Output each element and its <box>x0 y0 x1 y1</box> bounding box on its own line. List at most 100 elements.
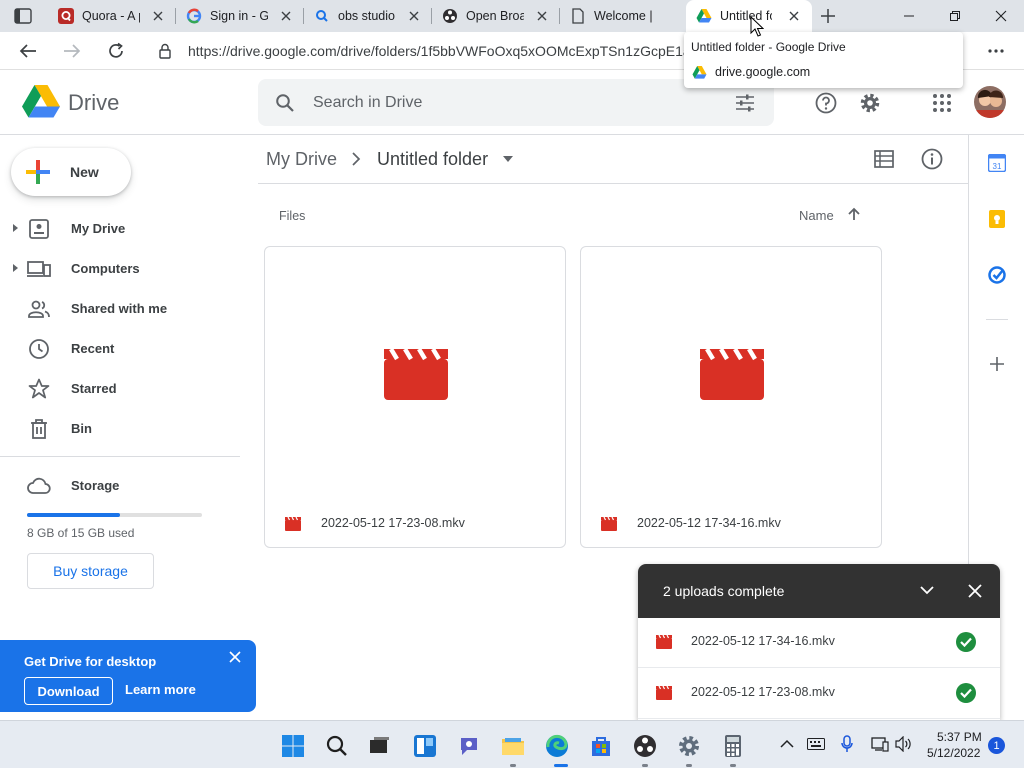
lock-icon[interactable] <box>158 43 172 59</box>
new-tab-icon[interactable] <box>820 8 836 24</box>
browser-menu-icon[interactable] <box>988 44 1004 58</box>
search-icon <box>316 10 328 22</box>
video-file-icon <box>656 686 672 700</box>
chat-icon[interactable] <box>456 733 482 759</box>
close-icon[interactable] <box>228 650 242 664</box>
search-icon[interactable] <box>324 733 350 759</box>
google-icon <box>186 8 202 24</box>
tasks-icon[interactable] <box>988 266 1006 284</box>
restore-window-icon[interactable] <box>932 0 978 32</box>
chevron-up-icon[interactable] <box>780 739 794 749</box>
download-button[interactable]: Download <box>24 677 113 705</box>
close-tab-icon[interactable] <box>536 10 548 22</box>
calculator-icon[interactable] <box>720 733 746 759</box>
store-icon[interactable] <box>588 733 614 759</box>
edge-browser-icon[interactable] <box>544 733 570 759</box>
tab-obs-search[interactable]: obs studio <box>304 0 432 32</box>
settings-gear-icon[interactable] <box>859 92 881 114</box>
sidebar-item-computers[interactable]: Computers <box>0 248 240 288</box>
expand-caret-icon[interactable] <box>10 263 20 273</box>
folder-menu-dropdown-icon[interactable] <box>502 155 514 163</box>
address-bar[interactable]: https://drive.google.com/drive/folders/1… <box>188 43 684 59</box>
drive-logo-text[interactable]: Drive <box>68 90 119 116</box>
close-tab-icon[interactable] <box>152 10 164 22</box>
apps-grid-icon[interactable] <box>932 93 952 113</box>
add-addon-plus-icon[interactable] <box>990 357 1004 371</box>
sidebar-item-starred[interactable]: Starred <box>0 368 240 408</box>
sidebar-item-label: Computers <box>71 261 140 276</box>
file-card[interactable]: 2022-05-12 17-23-08.mkv <box>264 246 566 548</box>
clock-time[interactable]: 5:37 PM <box>937 730 982 744</box>
learn-more-link[interactable]: Learn more <box>125 682 196 697</box>
close-icon[interactable] <box>968 584 982 598</box>
list-view-icon[interactable] <box>874 150 894 168</box>
file-name: 2022-05-12 17-34-16.mkv <box>637 516 781 530</box>
help-icon[interactable] <box>815 92 837 114</box>
task-view-icon[interactable] <box>366 733 392 759</box>
upload-item[interactable]: 2022-05-12 17-34-16.mkv <box>638 618 1000 668</box>
quora-icon <box>58 8 74 24</box>
close-tab-icon[interactable] <box>280 10 292 22</box>
storage-label: Storage <box>71 478 120 493</box>
running-indicator <box>642 764 648 767</box>
sidebar-item-recent[interactable]: Recent <box>0 328 240 368</box>
notification-badge[interactable]: 1 <box>988 737 1005 754</box>
star-icon <box>28 378 50 399</box>
computers-icon <box>27 261 51 277</box>
widgets-icon[interactable] <box>412 733 438 759</box>
file-card[interactable]: 2022-05-12 17-34-16.mkv <box>580 246 882 548</box>
tab-actions-icon[interactable] <box>14 8 32 24</box>
clock-date[interactable]: 5/12/2022 <box>927 746 980 760</box>
sort-by-name[interactable]: Name <box>799 208 834 223</box>
reload-icon[interactable] <box>104 39 128 63</box>
network-icon[interactable] <box>871 736 889 752</box>
my-drive-icon <box>29 219 49 239</box>
sidebar-item-storage[interactable]: Storage <box>0 465 240 505</box>
close-tab-icon[interactable] <box>408 10 420 22</box>
minimize-window-icon[interactable] <box>886 0 932 32</box>
tab-open-broadcaster[interactable]: Open Broa <box>432 0 560 32</box>
info-icon[interactable] <box>921 148 943 170</box>
windows-start-icon[interactable] <box>280 733 306 759</box>
promo-title: Get Drive for desktop <box>24 654 157 669</box>
files-section-label: Files <box>279 209 306 223</box>
forward-arrow-icon[interactable] <box>60 39 84 63</box>
hover-card-title: Untitled folder - Google Drive <box>691 40 846 54</box>
running-indicator <box>686 764 692 767</box>
search-input[interactable]: Search in Drive <box>313 94 422 112</box>
settings-gear-icon[interactable] <box>676 733 702 759</box>
file-explorer-icon[interactable] <box>500 733 526 759</box>
sidebar-item-my-drive[interactable]: My Drive <box>0 208 240 248</box>
drive-logo-icon[interactable] <box>22 84 60 118</box>
back-arrow-icon[interactable] <box>16 39 40 63</box>
tab-untitled-folder[interactable]: Untitled fol <box>686 0 812 32</box>
tab-welcome[interactable]: Welcome | <box>560 0 686 32</box>
buy-storage-button[interactable]: Buy storage <box>27 553 154 589</box>
toolbar-divider <box>258 183 968 184</box>
collapse-chevron-icon[interactable] <box>920 585 934 595</box>
expand-caret-icon[interactable] <box>10 223 20 233</box>
close-window-icon[interactable] <box>978 0 1024 32</box>
calendar-icon[interactable]: 31 <box>988 154 1006 172</box>
keep-notes-icon[interactable] <box>988 210 1006 228</box>
microphone-icon[interactable] <box>841 735 853 753</box>
search-options-icon[interactable] <box>735 93 755 113</box>
upload-item[interactable]: 2022-05-12 17-23-08.mkv <box>638 669 1000 719</box>
sort-arrow-up-icon[interactable] <box>847 207 861 221</box>
new-button[interactable]: New <box>11 148 131 196</box>
tab-quora[interactable]: Quora - A p <box>48 0 176 32</box>
obs-studio-icon[interactable] <box>632 733 658 759</box>
sidebar-item-bin[interactable]: Bin <box>0 408 240 448</box>
keyboard-icon[interactable] <box>807 738 825 750</box>
speaker-volume-icon[interactable] <box>895 736 913 752</box>
running-indicator <box>510 764 516 767</box>
close-tab-icon[interactable] <box>788 10 800 22</box>
breadcrumb-my-drive[interactable]: My Drive <box>266 149 337 170</box>
breadcrumb-current-folder[interactable]: Untitled folder <box>377 149 488 170</box>
tab-google-sign-in[interactable]: Sign in - Go <box>176 0 304 32</box>
search-icon[interactable] <box>275 93 295 113</box>
account-avatar[interactable] <box>974 86 1006 118</box>
storage-used-text: 8 GB of 15 GB used <box>27 526 135 540</box>
sidebar-item-shared-with-me[interactable]: Shared with me <box>0 288 240 328</box>
tab-title: obs studio <box>338 9 395 23</box>
